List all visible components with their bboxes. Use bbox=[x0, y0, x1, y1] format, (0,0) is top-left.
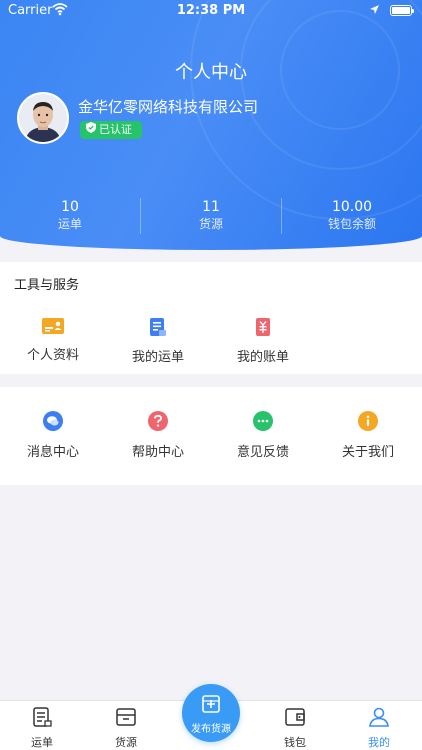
message-icon bbox=[3, 411, 103, 435]
stats-row: 10 运单 11 货源 10.00 钱包余额 bbox=[0, 198, 422, 238]
stat-value: 11 bbox=[202, 199, 220, 215]
profile-header: Carrier 12:38 PM 个人中心 金华亿零网络科技有限公司 已认证 1… bbox=[0, 0, 422, 250]
stat-value: 10.00 bbox=[331, 199, 373, 215]
menu-help-center[interactable]: 帮助中心 bbox=[108, 411, 208, 460]
shield-check-icon bbox=[86, 121, 96, 139]
avatar[interactable] bbox=[17, 92, 69, 144]
menu-label: 意见反馈 bbox=[236, 445, 289, 460]
tool-my-bills[interactable]: 我的账单 bbox=[213, 318, 313, 365]
bill-icon bbox=[213, 318, 313, 340]
id-card-icon bbox=[3, 318, 103, 338]
stat-label: 运单 bbox=[57, 217, 82, 231]
tools-section: 工具与服务 个人资料 我的运单 我的账单 bbox=[0, 262, 422, 374]
stat-cargo[interactable]: 11 货源 bbox=[141, 198, 281, 232]
waybill-icon bbox=[108, 318, 208, 340]
stat-waybills[interactable]: 10 运单 bbox=[0, 198, 140, 232]
profile-tab-icon bbox=[337, 707, 421, 730]
stat-value: 10 bbox=[61, 199, 79, 215]
company-name: 金华亿零网络科技有限公司 bbox=[78, 98, 259, 116]
status-bar: Carrier 12:38 PM bbox=[0, 0, 422, 22]
tab-cargo[interactable]: 货源 bbox=[84, 705, 168, 750]
clock: 12:38 PM bbox=[176, 3, 246, 18]
page-title: 个人中心 bbox=[175, 62, 247, 83]
tab-waybills[interactable]: 运单 bbox=[0, 705, 84, 750]
tab-label: 我的 bbox=[368, 736, 390, 749]
tab-label: 运单 bbox=[31, 736, 53, 749]
tool-my-waybills[interactable]: 我的运单 bbox=[108, 318, 208, 365]
menu-label: 帮助中心 bbox=[131, 445, 184, 460]
info-icon bbox=[318, 411, 418, 435]
feedback-icon bbox=[213, 411, 313, 435]
wallet-tab-icon bbox=[253, 707, 337, 730]
battery-icon bbox=[390, 5, 414, 16]
publish-label: 发布货源 bbox=[191, 724, 231, 735]
stat-label: 货源 bbox=[198, 217, 223, 231]
menu-label: 关于我们 bbox=[341, 445, 394, 460]
verified-badge: 已认证 bbox=[80, 121, 142, 139]
tab-label: 钱包 bbox=[284, 736, 306, 749]
waybill-tab-icon bbox=[0, 707, 84, 730]
verified-label: 已认证 bbox=[99, 123, 132, 136]
menu-message-center[interactable]: 消息中心 bbox=[3, 411, 103, 460]
publish-icon bbox=[182, 694, 240, 718]
location-icon bbox=[369, 4, 380, 19]
service-section: 消息中心 帮助中心 意见反馈 关于我们 bbox=[0, 387, 422, 485]
menu-label: 消息中心 bbox=[26, 445, 79, 460]
cargo-tab-icon bbox=[84, 707, 168, 730]
stat-label: 钱包余额 bbox=[327, 217, 376, 231]
publish-cargo-button[interactable]: 发布货源 bbox=[182, 684, 240, 742]
tab-profile[interactable]: 我的 bbox=[337, 705, 421, 750]
tab-wallet[interactable]: 钱包 bbox=[253, 705, 337, 750]
help-icon bbox=[108, 411, 208, 435]
menu-feedback[interactable]: 意见反馈 bbox=[213, 411, 313, 460]
stat-wallet-balance[interactable]: 10.00 钱包余额 bbox=[282, 198, 422, 232]
tab-label: 货源 bbox=[115, 736, 137, 749]
tool-label: 我的账单 bbox=[236, 350, 289, 365]
tool-label: 个人资料 bbox=[26, 348, 79, 363]
section-title: 工具与服务 bbox=[14, 278, 80, 293]
menu-about-us[interactable]: 关于我们 bbox=[318, 411, 418, 460]
tool-profile[interactable]: 个人资料 bbox=[3, 318, 103, 363]
tool-label: 我的运单 bbox=[131, 350, 184, 365]
